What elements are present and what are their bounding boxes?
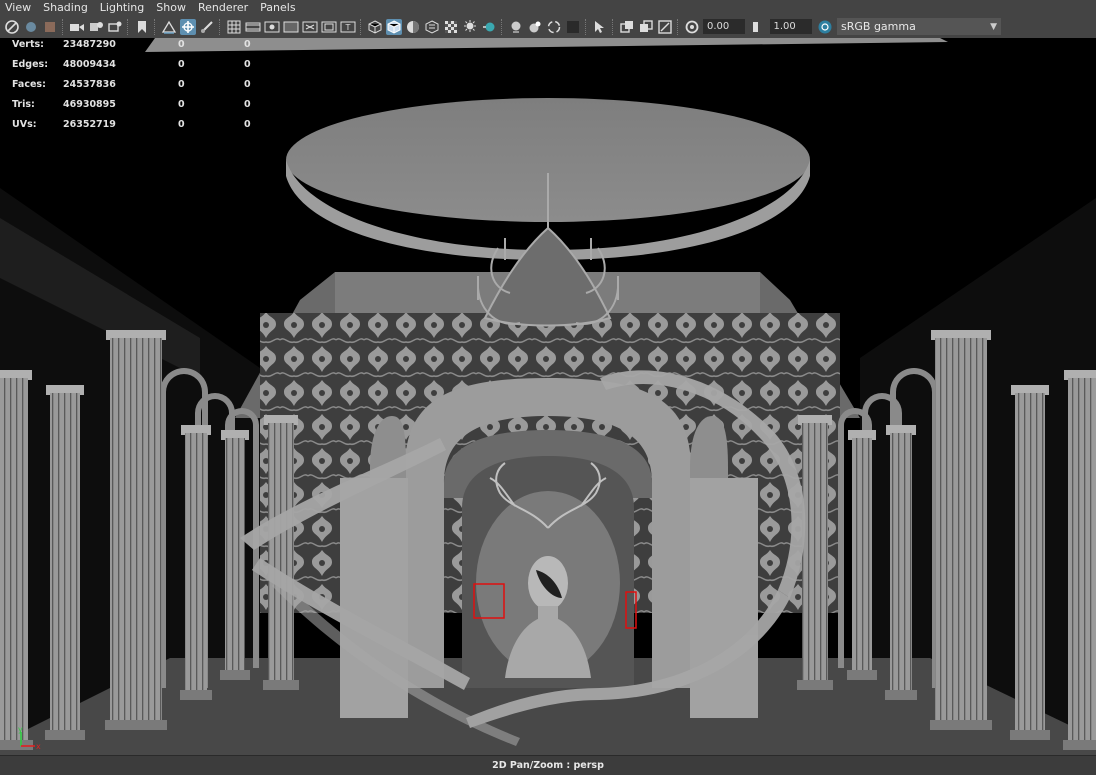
wireframe-icon[interactable] <box>367 19 383 35</box>
hud-value: 0 <box>178 99 185 110</box>
select-cursor-icon[interactable] <box>592 19 608 35</box>
grease-pencil-icon[interactable] <box>107 19 123 35</box>
bookmark-flag-icon[interactable] <box>134 19 150 35</box>
hud-label: Faces: <box>12 79 46 90</box>
menu-renderer[interactable]: Renderer <box>193 0 255 15</box>
hud-row-edges: Edges: 48009434 0 0 <box>12 59 272 79</box>
camera-name-label: 2D Pan/Zoom : persp <box>492 760 604 771</box>
safe-title-icon[interactable]: T <box>340 19 356 35</box>
resolution-gate-icon[interactable] <box>264 19 280 35</box>
menu-view[interactable]: View <box>0 0 38 15</box>
hud-value: 0 <box>244 39 251 50</box>
hud-value: 0 <box>178 39 185 50</box>
xray-components-icon[interactable] <box>657 19 673 35</box>
hud-row-tris: Tris: 46930895 0 0 <box>12 99 272 119</box>
motion-blur-icon[interactable] <box>508 19 524 35</box>
toolbar-separator <box>127 18 129 35</box>
hud-value: 0 <box>178 59 185 70</box>
grease-pencil-tool-icon[interactable] <box>199 19 215 35</box>
viewport-status-bar: 2D Pan/Zoom : persp <box>0 755 1096 775</box>
screen-space-ao-icon[interactable] <box>481 19 497 35</box>
hud-value: 0 <box>244 99 251 110</box>
axis-y-label: y <box>18 725 23 734</box>
hud-label: Edges: <box>12 59 48 70</box>
field-chart-icon[interactable] <box>302 19 318 35</box>
toolbar-separator <box>219 18 221 35</box>
exposure-field[interactable]: 0.00 <box>703 19 745 34</box>
view-transform-value: sRGB gamma <box>841 20 916 33</box>
xray-joints-icon[interactable] <box>638 19 654 35</box>
poly-count-hud: Verts: 23487290 0 0 Edges: 48009434 0 0 … <box>12 39 272 139</box>
image-plane-toggle-icon[interactable] <box>161 19 177 35</box>
view-axis-gizmo-icon: y x <box>18 725 41 751</box>
camera-attributes-icon[interactable] <box>23 19 39 35</box>
xray-icon[interactable] <box>619 19 635 35</box>
hud-label: Verts: <box>12 39 44 50</box>
menu-shading[interactable]: Shading <box>38 0 95 15</box>
axis-x-label: x <box>36 742 41 751</box>
shadows-icon[interactable] <box>462 19 478 35</box>
toolbar-separator <box>612 18 614 35</box>
use-all-lights-icon[interactable] <box>443 19 459 35</box>
grid-icon[interactable] <box>226 19 242 35</box>
hud-label: Tris: <box>12 99 35 110</box>
depth-of-field-icon[interactable] <box>546 19 562 35</box>
menu-lighting[interactable]: Lighting <box>95 0 151 15</box>
view-transform-dropdown[interactable]: sRGB gamma ▼ <box>837 18 1001 35</box>
hud-label: UVs: <box>12 119 37 130</box>
hud-value: 0 <box>244 79 251 90</box>
film-gate-icon[interactable] <box>245 19 261 35</box>
camera-select-icon[interactable] <box>4 19 20 35</box>
toolbar-separator <box>154 18 156 35</box>
safe-action-icon[interactable] <box>321 19 337 35</box>
hud-value: 48009434 <box>63 59 116 70</box>
hud-value: 0 <box>244 59 251 70</box>
color-management-icon[interactable] <box>817 19 833 35</box>
menu-show[interactable]: Show <box>151 0 193 15</box>
hud-value: 0 <box>178 79 185 90</box>
perspective-viewport[interactable]: Verts: 23487290 0 0 Edges: 48009434 0 0 … <box>0 38 1096 755</box>
hud-value: 0 <box>244 119 251 130</box>
hud-value: 0 <box>178 119 185 130</box>
hud-value: 24537836 <box>63 79 116 90</box>
gate-mask-icon[interactable] <box>283 19 299 35</box>
wireframe-on-shaded-icon[interactable] <box>405 19 421 35</box>
multisample-aa-icon[interactable] <box>527 19 543 35</box>
hud-value: 46930895 <box>63 99 116 110</box>
gamma-field[interactable]: 1.00 <box>769 19 812 34</box>
smooth-shade-icon[interactable] <box>385 18 402 35</box>
hud-row-verts: Verts: 23487290 0 0 <box>12 39 272 59</box>
hud-value: 23487290 <box>63 39 116 50</box>
gamma-icon[interactable] <box>750 19 766 35</box>
toolbar-separator <box>360 18 362 35</box>
bookmarks-icon[interactable] <box>42 19 58 35</box>
isolate-select-icon[interactable] <box>565 19 581 35</box>
pan-zoom-active-icon[interactable] <box>179 18 196 35</box>
textured-icon[interactable] <box>424 19 440 35</box>
toolbar-separator <box>501 18 503 35</box>
toolbar-separator <box>62 18 64 35</box>
exposure-icon[interactable] <box>684 19 700 35</box>
2d-pan-zoom-icon[interactable] <box>88 19 104 35</box>
chevron-down-icon: ▼ <box>990 21 997 32</box>
panel-toolbar: T 0.00 1.00 sRGB gamma ▼ <box>0 15 1096 38</box>
menu-panels[interactable]: Panels <box>255 0 302 15</box>
toolbar-separator <box>677 18 679 35</box>
panel-menu-bar: View Shading Lighting Show Renderer Pane… <box>0 0 1096 15</box>
hud-value: 26352719 <box>63 119 116 130</box>
image-plane-icon[interactable] <box>69 19 85 35</box>
hud-row-uvs: UVs: 26352719 0 0 <box>12 119 272 139</box>
hud-row-faces: Faces: 24537836 0 0 <box>12 79 272 99</box>
toolbar-separator <box>585 18 587 35</box>
scene-render <box>0 38 1096 755</box>
svg-text:T: T <box>344 23 350 32</box>
